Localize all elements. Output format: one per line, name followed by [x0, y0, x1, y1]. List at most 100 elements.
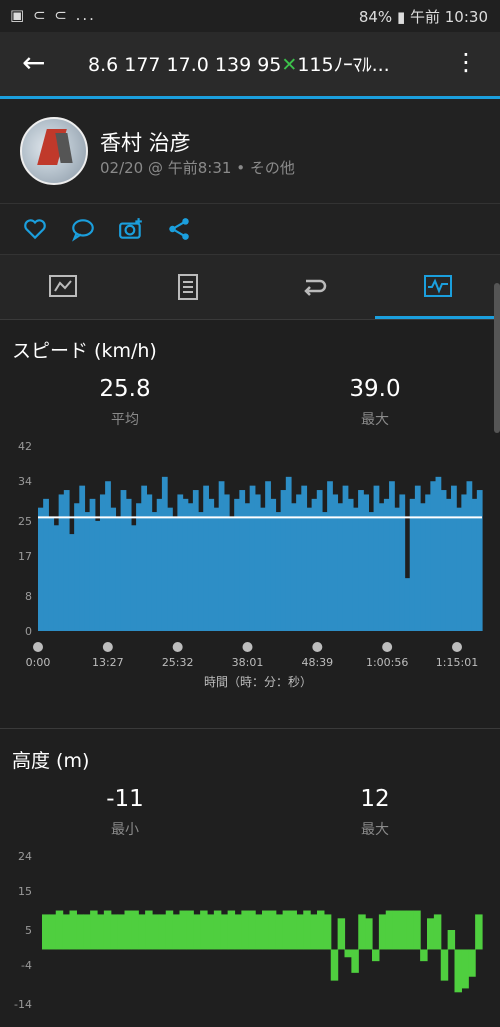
x-tick-label: 48:39 [301, 656, 333, 669]
data-bar [461, 494, 468, 631]
comment-icon[interactable] [70, 216, 96, 242]
data-bar [262, 910, 270, 950]
data-bar [241, 910, 249, 950]
data-bar [165, 910, 174, 950]
data-bar [177, 494, 184, 631]
title-name: 115ﾉｰﾏﾙ... [297, 54, 390, 76]
data-bar [172, 914, 181, 950]
data-bar [110, 914, 119, 950]
data-bar [94, 520, 101, 631]
data-bar [365, 918, 373, 950]
heart-icon[interactable] [22, 216, 48, 242]
data-bar [69, 910, 77, 950]
status-right: 84% ▮ 午前 10:30 [359, 6, 488, 27]
y-tick-label: 17 [18, 550, 32, 563]
data-bar [248, 910, 256, 950]
data-bar [342, 485, 349, 631]
activity-title: 8.6 177 17.0 139 95✕115ﾉｰﾏﾙ... [88, 50, 418, 77]
status-bar: ▣ ⊂ ⊂ ... 84% ▮ 午前 10:30 [0, 0, 500, 32]
data-bar [74, 503, 80, 631]
data-bar [97, 914, 105, 950]
data-bar [310, 914, 318, 950]
elev-min-value: -11 [106, 786, 144, 812]
data-bar [63, 490, 70, 631]
tab-laps[interactable] [250, 255, 375, 319]
chart-icon [424, 275, 452, 297]
tab-charts[interactable] [375, 255, 500, 319]
data-bar [117, 914, 126, 950]
avatar[interactable] [20, 117, 88, 185]
x-tick-dot [452, 642, 462, 652]
data-bar [42, 914, 50, 950]
data-bar [301, 485, 308, 631]
data-bar [145, 910, 153, 950]
y-tick-label: 24 [18, 850, 32, 863]
data-bar [156, 498, 163, 631]
data-bar [404, 578, 411, 631]
elev-max-label: 最大 [361, 822, 389, 838]
data-bar [89, 498, 96, 631]
data-bar [207, 914, 215, 950]
y-tick-label: 8 [25, 590, 32, 603]
data-bar [468, 949, 476, 977]
data-bar [146, 494, 153, 631]
data-bar [280, 490, 287, 631]
data-bar [323, 914, 332, 950]
data-bar [440, 949, 449, 981]
y-tick-label: 25 [18, 515, 32, 528]
data-bar [327, 481, 333, 631]
x-tick-label: 38:01 [232, 656, 264, 669]
data-bar [124, 910, 132, 950]
share-icon[interactable] [166, 216, 192, 242]
data-bar [268, 910, 277, 950]
data-bar [53, 525, 60, 631]
close-x-icon: ✕ [281, 54, 298, 76]
arrow-left-icon[interactable]: ← [22, 46, 45, 79]
tab-details[interactable] [125, 255, 250, 319]
data-bar [141, 485, 148, 631]
data-bar [239, 490, 246, 631]
user-name[interactable]: 香村 治彦 [100, 127, 191, 157]
data-bar [373, 485, 380, 631]
data-bar [316, 490, 323, 631]
data-bar [363, 494, 370, 631]
y-tick-label: 0 [25, 625, 32, 638]
x-tick-dot [172, 642, 183, 652]
data-bar [430, 481, 437, 631]
data-bar [186, 910, 194, 950]
data-bar [220, 914, 229, 950]
data-bar [179, 910, 187, 950]
elevation-title: 高度 (m) [12, 750, 90, 772]
data-bar [84, 512, 91, 631]
data-bar [208, 498, 215, 631]
data-bar [275, 914, 284, 950]
add-photo-icon[interactable] [118, 216, 144, 242]
title-stats: 8.6 177 17.0 139 95 [88, 54, 282, 76]
data-bar [296, 494, 302, 631]
data-bar [223, 494, 230, 631]
data-bar [38, 507, 44, 631]
x-axis-label: 時間（時：分：秒） [204, 675, 312, 689]
data-bar [344, 949, 352, 958]
section-divider [0, 728, 500, 729]
more-vert-icon[interactable]: ⋮ [454, 48, 478, 76]
data-bar [321, 512, 328, 631]
battery-percent: 84% [358, 8, 393, 26]
data-bar [296, 914, 304, 950]
data-bar [213, 507, 220, 631]
data-bar [99, 494, 106, 631]
data-bar [352, 507, 359, 631]
document-icon [178, 274, 198, 300]
elev-min-label: 最小 [111, 822, 139, 838]
speed-max-value: 39.0 [349, 376, 401, 402]
data-bar [260, 507, 266, 631]
scrollbar[interactable] [494, 283, 500, 433]
data-bar [172, 516, 178, 631]
y-tick-label: 42 [18, 440, 32, 453]
x-tick-label: 1:15:01 [436, 656, 478, 669]
data-bar [203, 485, 209, 631]
data-bar [330, 949, 339, 981]
tab-map[interactable] [0, 255, 125, 319]
y-tick-label: 34 [18, 475, 32, 488]
data-bar [282, 910, 291, 950]
